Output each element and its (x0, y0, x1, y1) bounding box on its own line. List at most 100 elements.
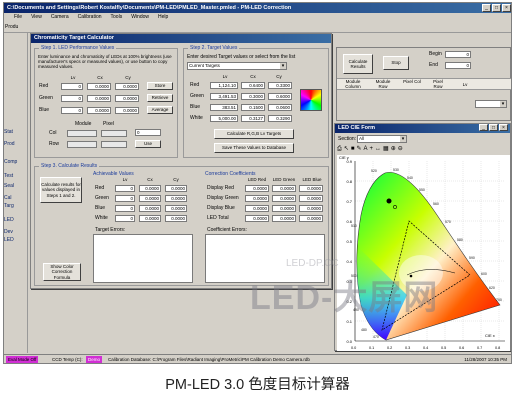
green-led-marker[interactable] (386, 198, 392, 204)
average-button[interactable]: Average (147, 106, 173, 114)
retrieve-button[interactable]: Retrieve (147, 94, 173, 102)
store-button[interactable]: Store (147, 82, 173, 90)
cie-chromaticity-diagram[interactable]: 520 530 540 550 560 570 580 590 600 620 … (337, 155, 510, 351)
coeff-display-red-r: 0.0000 (245, 185, 269, 192)
end-input[interactable]: 0 (445, 62, 471, 69)
coeff-display-blue-r: 0.0000 (245, 205, 269, 212)
right-panel-dropdown[interactable] (475, 100, 507, 108)
calculate-results-button[interactable]: Calculate Results (343, 54, 373, 74)
sidebar-item-led[interactable]: LED (4, 217, 26, 223)
step1-red-cy[interactable]: 0.0000 (115, 83, 139, 90)
step1-red-lv[interactable]: 0 (61, 83, 83, 90)
step2-white-label: White (190, 115, 203, 121)
print-icon[interactable]: ⎙ (337, 145, 342, 154)
close-button[interactable]: × (502, 4, 511, 12)
menu-camera[interactable]: Camera (51, 13, 69, 22)
module-value-input[interactable]: 0 (135, 129, 161, 136)
step1-blue-cy[interactable]: 0.0000 (115, 107, 139, 114)
cie-minimize-button[interactable]: _ (479, 124, 488, 131)
wavelength-label: 540 (407, 176, 413, 180)
grid-icon[interactable]: ▦ (383, 145, 389, 154)
step2-blue-lv[interactable]: 383.51 (210, 104, 238, 111)
step1-blue-lv[interactable]: 0 (61, 107, 83, 114)
step2-white-cy[interactable]: 0.3290 (268, 115, 292, 122)
text-icon[interactable]: A (364, 145, 368, 154)
coeff-display-blue-g: 0.0000 (272, 205, 296, 212)
col-lv[interactable]: Lv (455, 82, 475, 88)
save-to-database-button[interactable]: Save These Values to Database (214, 143, 294, 153)
fill-icon[interactable]: ■ (351, 145, 355, 154)
menu-tools[interactable]: Tools (111, 13, 123, 22)
begin-label: Begin (429, 51, 442, 57)
step2-hdr-cy: Cy (276, 74, 282, 79)
step2-green-cx[interactable]: 0.3000 (241, 93, 265, 100)
step2-red-lv[interactable]: 1,124.10 (210, 82, 238, 89)
zoom-out-icon[interactable]: ⊖ (398, 145, 403, 154)
main-window-controls: _ □ × (482, 4, 511, 12)
pixel-row-input[interactable] (101, 141, 127, 148)
target-select[interactable]: Current Targets (187, 62, 287, 70)
menu-window[interactable]: Window (131, 13, 149, 22)
sidebar-item-cal[interactable]: Cal (4, 195, 26, 201)
use-button[interactable]: Use (135, 140, 161, 148)
sidebar-item-led-2[interactable]: LED (4, 237, 26, 243)
step1-instructions: Enter luminance and chromaticity of LEDs… (38, 54, 172, 69)
minimize-button[interactable]: _ (482, 4, 491, 12)
maximize-button[interactable]: □ (492, 4, 501, 12)
section-select[interactable]: All (357, 135, 407, 143)
menu-file[interactable]: File (14, 13, 22, 22)
coeff-led-total-b: 0.0000 (299, 215, 323, 222)
calc-rgb-targets-button[interactable]: Calculate R,G,B Lv Targets (214, 129, 294, 139)
col-pixel-row[interactable]: Pixel Row (429, 79, 447, 89)
col-module-column[interactable]: Module Column (343, 79, 363, 89)
wavelength-label: 590 (469, 256, 475, 260)
sidebar-item-comp[interactable]: Comp (4, 159, 26, 165)
step1-green-lv[interactable]: 0 (61, 95, 83, 102)
step2-green-label: Green (190, 93, 204, 99)
step2-white-cx[interactable]: 0.3127 (241, 115, 265, 122)
sidebar-item-stat[interactable]: Stat (4, 129, 26, 135)
coeff-display-red-g: 0.0000 (272, 185, 296, 192)
step2-green-cy[interactable]: 0.6000 (268, 93, 292, 100)
fit-icon[interactable]: ↔ (375, 145, 381, 154)
arrow-icon[interactable]: ↖ (344, 145, 349, 154)
module-col-input[interactable] (67, 130, 97, 137)
sidebar-item-test[interactable]: Test (4, 173, 26, 179)
step1-blue-cx[interactable]: 0.0000 (87, 107, 111, 114)
step1-green-cy[interactable]: 0.0000 (115, 95, 139, 102)
col-module-row[interactable]: Module Row (373, 79, 393, 89)
step2-white-lv[interactable]: 5,000.00 (210, 115, 238, 122)
zoom-in-icon[interactable]: ⊕ (391, 145, 396, 154)
step2-green-lv[interactable]: 3,491.53 (210, 93, 238, 100)
achievable-blue-cy: 0.0000 (165, 205, 187, 212)
menu-view[interactable]: View (31, 13, 42, 22)
menu-calibration[interactable]: Calibration (78, 13, 102, 22)
cie-close-button[interactable]: × (499, 124, 508, 131)
sidebar-item-dev[interactable]: Dev (4, 229, 26, 235)
pen-icon[interactable]: ✎ (356, 145, 361, 154)
step1-green-cx[interactable]: 0.0000 (87, 95, 111, 102)
stop-button[interactable]: Stop (383, 56, 409, 70)
achievable-red-cy: 0.0000 (165, 185, 187, 192)
cie-maximize-button[interactable]: □ (489, 124, 498, 131)
calculate-results-dialog-button[interactable]: Calculate results for values displayed i… (40, 177, 82, 203)
sidebar-item-prod[interactable]: Prod (4, 141, 26, 147)
wavelength-label: 480 (361, 328, 367, 332)
begin-input[interactable]: 0 (445, 51, 471, 58)
menu-help[interactable]: Help (158, 13, 168, 22)
step2-blue-cx[interactable]: 0.1500 (241, 104, 265, 111)
step1-green-label: Green (39, 95, 53, 101)
step3-title: Step 3. Calculate Results (39, 163, 100, 169)
show-formula-button[interactable]: Show Color Correction Formula (43, 263, 81, 281)
sidebar-item-targ[interactable]: Targ (4, 203, 26, 209)
step2-red-cx[interactable]: 0.6400 (241, 82, 265, 89)
step1-red-cx[interactable]: 0.0000 (87, 83, 111, 90)
sidebar-item-seal[interactable]: Seal (4, 183, 26, 189)
crosshair-icon[interactable]: + (370, 145, 374, 154)
pixel-col-input[interactable] (101, 130, 127, 137)
step2-blue-cy[interactable]: 0.0600 (268, 104, 292, 111)
wavelength-label: 620 (489, 286, 495, 290)
col-pixel-col[interactable]: Pixel Col (403, 79, 421, 84)
module-row-input[interactable] (67, 141, 97, 148)
step2-red-cy[interactable]: 0.3300 (268, 82, 292, 89)
